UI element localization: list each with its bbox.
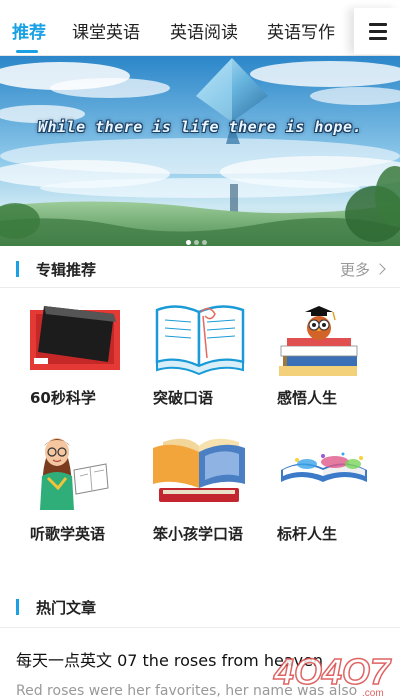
tab-english-writing[interactable]: 英语写作 [267, 20, 335, 46]
album-break-through-speaking[interactable]: 突破口语 [153, 300, 273, 410]
banner-carousel[interactable]: While there is life there is hope. [0, 56, 400, 246]
album-60-seconds-science[interactable]: 60秒科学 [30, 300, 150, 410]
carousel-dot [194, 240, 199, 245]
top-tab-bar: 推荐 课堂英语 英语阅读 英语写作 [0, 0, 400, 56]
teacher-reading-icon [40, 438, 109, 510]
article-title[interactable]: 每天一点英文 07 the roses from heaven [16, 647, 323, 671]
owl-on-books-icon [279, 306, 358, 376]
section-divider [0, 287, 400, 288]
articles-section-header: 热门文章 [0, 592, 400, 624]
more-albums-link[interactable]: 更多 [339, 259, 386, 280]
article-excerpt: Red roses were her favorites, her name w… [16, 683, 358, 699]
svg-text:.com: .com [362, 688, 384, 699]
albums-section-header: 专辑推荐 更多 [0, 254, 400, 286]
banner-image [0, 56, 400, 246]
section-divider [0, 627, 400, 628]
album-label: 标杆人生 [277, 525, 338, 543]
black-book-icon [30, 306, 120, 370]
album-label: 笨小孩学口语 [153, 525, 244, 543]
hamburger-menu-icon-line [369, 37, 387, 40]
album-slow-kid-learns-speaking[interactable]: 笨小孩学口语 [153, 430, 273, 560]
carousel-dot-active [186, 240, 191, 245]
albums-section-title: 专辑推荐 [36, 261, 97, 279]
hamburger-menu-icon [369, 23, 387, 26]
active-tab-indicator [16, 50, 38, 53]
section-accent-bar [16, 261, 19, 277]
more-label: 更多 [339, 261, 370, 279]
tab-classroom-english[interactable]: 课堂英语 [72, 20, 140, 46]
album-label: 60秒科学 [30, 389, 96, 407]
carousel-indicator [186, 230, 210, 245]
album-learn-english-with-songs[interactable]: 听歌学英语 [30, 430, 150, 543]
hamburger-menu-icon-line [369, 30, 387, 33]
album-label: 感悟人生 [277, 389, 338, 407]
carousel-dot [202, 240, 207, 245]
articles-section-title: 热门文章 [36, 599, 97, 617]
album-life-insights[interactable]: 感悟人生 [277, 300, 397, 410]
tab-english-reading[interactable]: 英语阅读 [170, 20, 238, 46]
album-label: 突破口语 [153, 389, 214, 407]
album-benchmark-life[interactable]: 标杆人生 [277, 430, 397, 543]
open-magic-book-icon [281, 452, 367, 482]
banner-caption: While there is life there is hope. [37, 118, 363, 136]
open-book-icon [155, 305, 245, 376]
section-accent-bar [16, 599, 19, 615]
hamburger-menu-button[interactable] [354, 8, 400, 54]
chevron-right-icon [374, 263, 386, 275]
album-label: 听歌学英语 [30, 525, 106, 543]
tab-recommend[interactable]: 推荐 [12, 20, 46, 46]
stacked-books-icon [153, 438, 245, 502]
